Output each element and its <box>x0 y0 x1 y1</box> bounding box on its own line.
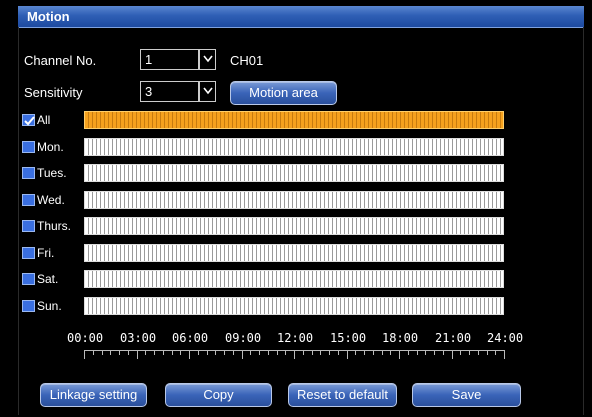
day-label: Sat. <box>37 272 59 286</box>
time-tick-mark <box>355 350 356 355</box>
schedule-bar[interactable] <box>84 191 504 209</box>
time-tick-mark <box>93 350 94 355</box>
time-tick-mark <box>189 350 190 359</box>
day-checkbox[interactable] <box>22 194 35 206</box>
time-tick-mark <box>180 350 181 355</box>
time-tick-mark <box>250 350 251 355</box>
copy-button[interactable]: Copy <box>165 383 272 407</box>
time-tick-mark <box>364 350 365 355</box>
day-label: Mon. <box>37 140 64 154</box>
time-tick-mark <box>408 350 409 355</box>
schedule-bar[interactable] <box>84 111 504 129</box>
time-tick-mark <box>338 350 339 355</box>
reset-to-default-button[interactable]: Reset to default <box>288 383 397 407</box>
time-tick-label: 15:00 <box>330 331 367 345</box>
day-label: Tues. <box>37 166 67 180</box>
time-tick-mark <box>119 350 120 355</box>
chevron-down-icon[interactable] <box>199 81 216 102</box>
time-tick-mark <box>425 350 426 355</box>
channel-name: CH01 <box>230 53 264 68</box>
channel-select[interactable]: 1 <box>140 49 216 70</box>
window-title-bar: Motion <box>18 6 584 28</box>
time-tick-mark <box>128 350 129 355</box>
motion-area-button[interactable]: Motion area <box>230 81 337 105</box>
time-tick-mark <box>434 350 435 355</box>
time-tick-mark <box>487 350 488 355</box>
time-tick-mark <box>242 350 243 359</box>
time-tick-mark <box>478 350 479 355</box>
time-tick-mark <box>154 350 155 355</box>
time-tick-mark <box>285 350 286 355</box>
time-tick-mark <box>172 350 173 355</box>
time-tick-mark <box>110 350 111 355</box>
time-tick-mark <box>198 350 199 355</box>
window-title: Motion <box>27 9 70 24</box>
time-tick-mark <box>329 350 330 355</box>
time-tick-mark <box>504 350 505 359</box>
day-label: Thurs. <box>37 219 72 233</box>
schedule-bar[interactable] <box>84 217 504 235</box>
time-tick-mark <box>268 350 269 355</box>
time-tick-mark <box>382 350 383 355</box>
schedule-bar[interactable] <box>84 244 504 262</box>
time-tick-mark <box>373 350 374 355</box>
time-tick-label: 18:00 <box>382 331 419 345</box>
time-tick-mark <box>452 350 453 359</box>
day-label: All <box>37 113 51 127</box>
day-checkbox[interactable] <box>22 114 35 126</box>
day-checkbox[interactable] <box>22 220 35 232</box>
time-tick-mark <box>347 350 348 359</box>
day-label: Sun. <box>37 299 62 313</box>
day-checkbox[interactable] <box>22 273 35 285</box>
time-tick-mark <box>102 350 103 355</box>
time-tick-mark <box>163 350 164 355</box>
sensitivity-value: 3 <box>145 84 153 99</box>
time-tick-mark <box>320 350 321 355</box>
time-tick-mark <box>145 350 146 355</box>
day-label: Wed. <box>37 193 65 207</box>
linkage-setting-button[interactable]: Linkage setting <box>40 383 147 407</box>
channel-label: Channel No. <box>24 53 97 68</box>
time-tick-label: 12:00 <box>277 331 314 345</box>
time-tick-mark <box>399 350 400 359</box>
time-tick-mark <box>469 350 470 355</box>
time-tick-mark <box>207 350 208 355</box>
schedule-bar[interactable] <box>84 270 504 288</box>
day-label: Fri. <box>37 246 55 260</box>
channel-value: 1 <box>145 52 153 67</box>
time-tick-mark <box>215 350 216 355</box>
schedule-bar[interactable] <box>84 138 504 156</box>
time-tick-label: 06:00 <box>172 331 209 345</box>
time-tick-label: 24:00 <box>487 331 524 345</box>
time-tick-mark <box>303 350 304 355</box>
time-tick-mark <box>417 350 418 355</box>
time-tick-mark <box>84 350 85 359</box>
time-tick-mark <box>233 350 234 355</box>
schedule-bar[interactable] <box>84 164 504 182</box>
time-tick-label: 03:00 <box>120 331 157 345</box>
time-tick-label: 00:00 <box>67 331 104 345</box>
schedule-bar[interactable] <box>84 297 504 315</box>
sensitivity-select[interactable]: 3 <box>140 81 216 102</box>
time-tick-mark <box>495 350 496 355</box>
time-tick-mark <box>443 350 444 355</box>
time-tick-mark <box>390 350 391 355</box>
time-tick-mark <box>137 350 138 359</box>
time-tick-mark <box>259 350 260 355</box>
sensitivity-label: Sensitivity <box>24 85 83 100</box>
time-tick-mark <box>294 350 295 359</box>
day-checkbox[interactable] <box>22 300 35 312</box>
day-checkbox[interactable] <box>22 247 35 259</box>
chevron-down-icon[interactable] <box>199 49 216 70</box>
day-checkbox[interactable] <box>22 167 35 179</box>
time-tick-mark <box>277 350 278 355</box>
time-tick-label: 09:00 <box>225 331 262 345</box>
time-tick-label: 21:00 <box>435 331 472 345</box>
time-tick-mark <box>460 350 461 355</box>
time-tick-mark <box>312 350 313 355</box>
day-checkbox[interactable] <box>22 141 35 153</box>
save-button[interactable]: Save <box>412 383 521 407</box>
time-tick-mark <box>224 350 225 355</box>
